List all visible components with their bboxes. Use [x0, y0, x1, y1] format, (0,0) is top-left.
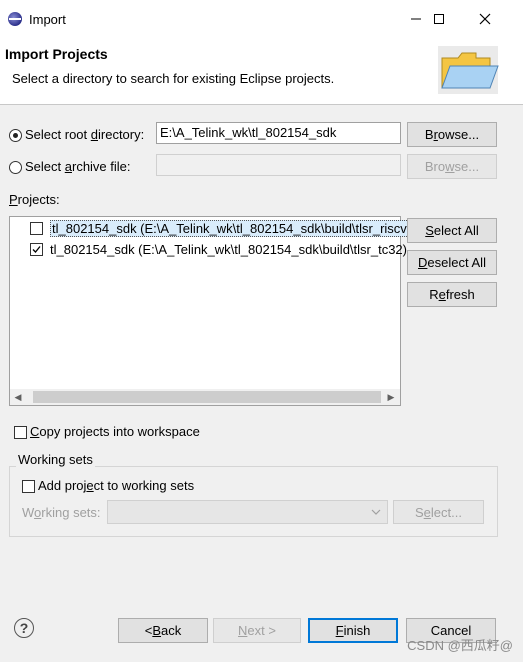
copy-projects-label: Copy projects into workspace [30, 424, 200, 439]
working-sets-legend: Working sets [16, 452, 95, 467]
page-title: Import Projects [5, 46, 108, 62]
root-directory-label: Select root directory: [25, 127, 145, 142]
back-button[interactable]: < Back [118, 618, 208, 643]
select-working-sets-button[interactable]: Se lect... [393, 500, 484, 524]
archive-file-label: Select archive file: [25, 159, 131, 174]
page-description: Select a directory to search for existin… [12, 71, 335, 86]
browse-archive-button[interactable]: Bro w se... [407, 154, 497, 179]
close-button[interactable] [462, 0, 508, 38]
project-name: tl_802154_sdk (E:\A_Telink_wk\tl_802154_… [50, 219, 414, 237]
working-sets-combo[interactable] [107, 500, 388, 524]
archive-file-radio[interactable] [9, 161, 22, 174]
help-icon[interactable]: ? [14, 618, 34, 638]
folder-icon [438, 46, 499, 94]
add-to-working-sets-checkbox[interactable] [22, 480, 35, 493]
deselect-all-button[interactable]: Deselect All [407, 250, 497, 275]
copy-projects-checkbox[interactable] [14, 426, 27, 439]
browse-directory-button[interactable]: Br owse... [407, 122, 497, 147]
next-button[interactable]: Next > [213, 618, 301, 643]
project-name: tl_802154_sdk (E:\A_Telink_wk\tl_802154_… [50, 241, 407, 257]
check-icon [32, 245, 41, 253]
root-directory-radio[interactable] [9, 129, 22, 142]
add-to-working-sets-label: Add project to working sets [38, 478, 195, 493]
chevron-right-icon[interactable]: ▶ [383, 389, 399, 405]
project-checkbox[interactable] [30, 242, 43, 256]
project-row[interactable]: tl_802154_sdk (E:\A_Telink_wk\tl_802154_… [30, 218, 414, 238]
window-title: Import [29, 12, 66, 27]
scrollbar-thumb[interactable] [33, 391, 381, 403]
chevron-left-icon[interactable]: ◀ [10, 389, 26, 405]
select-all-button[interactable]: Select All [407, 218, 497, 243]
maximize-icon [434, 14, 444, 24]
project-row[interactable]: tl_802154_sdk (E:\A_Telink_wk\tl_802154_… [30, 239, 407, 259]
finish-button[interactable]: Finish [308, 618, 398, 643]
close-icon [479, 13, 491, 25]
projects-label: Projects: [9, 192, 60, 207]
maximize-button[interactable] [416, 0, 462, 38]
root-directory-input[interactable]: E:\A_Telink_wk\tl_802154_sdk [156, 122, 401, 144]
archive-file-input[interactable] [156, 154, 401, 176]
eclipse-icon [8, 12, 22, 26]
working-sets-label: Working sets: [22, 505, 101, 520]
refresh-button[interactable]: Re fresh [407, 282, 497, 307]
watermark: CSDN @西瓜籽@ [407, 638, 513, 653]
project-checkbox[interactable] [30, 221, 43, 235]
chevron-down-icon [371, 509, 381, 515]
